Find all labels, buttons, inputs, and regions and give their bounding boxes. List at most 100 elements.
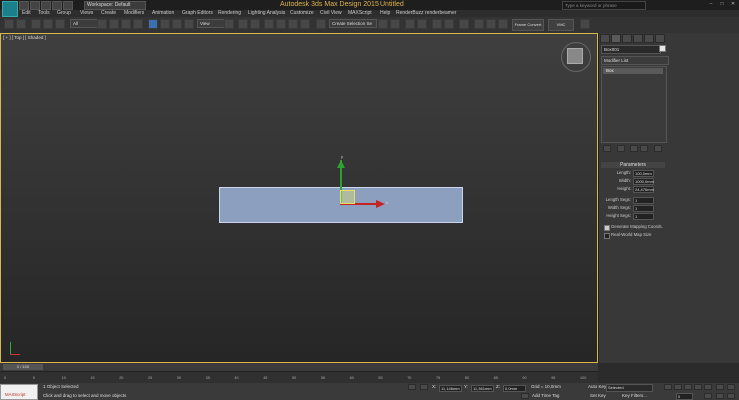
select-and-move-icon[interactable] [148,19,158,29]
viewport-label[interactable]: [ + ] [ Top ] [ Shaded ] [3,35,46,40]
key-filters-button[interactable]: Key Filters... [622,393,647,398]
lock-selection-icon[interactable] [408,384,416,390]
curve-editor-icon[interactable] [432,19,442,29]
toggle-ribbon-icon[interactable] [417,19,427,29]
y-coordinate-field[interactable]: 11,361mm [471,385,494,392]
pivot-center-icon[interactable] [224,19,234,29]
absolute-mode-icon[interactable] [420,384,428,390]
height-segs-field[interactable]: 1 [633,213,654,220]
motion-tab-icon[interactable] [633,34,643,43]
new-file-icon[interactable] [19,1,29,10]
pan-icon[interactable] [716,393,724,399]
reference-coord-dropdown[interactable]: View [197,19,225,28]
bind-spacewarp-icon[interactable] [55,19,65,29]
menu-views[interactable]: Views [80,10,93,17]
menu-rendering[interactable]: Rendering [218,10,241,17]
redo-quick-icon[interactable] [63,1,73,10]
keyboard-shortcut-icon[interactable] [250,19,260,29]
select-and-scale-icon[interactable] [172,19,182,29]
material-editor-icon[interactable] [459,19,469,29]
object-color-swatch[interactable] [659,45,666,52]
rect-selection-icon[interactable] [121,19,131,29]
length-segs-field[interactable]: 1 [633,197,654,204]
time-tag-icon[interactable] [521,393,529,399]
pin-stack-icon[interactable] [603,145,611,152]
z-coordinate-field[interactable]: 0,0mm [503,385,526,392]
menu-animation[interactable]: Animation [152,10,174,17]
save-file-icon[interactable] [41,1,51,10]
link-icon[interactable] [31,19,41,29]
menu-civil-view[interactable]: Civil View [320,10,342,17]
menu-edit[interactable]: Edit [22,10,31,17]
zoom-icon[interactable] [716,384,724,390]
frame-convert-button[interactable]: Frame Convert [512,19,544,31]
auto-key-button[interactable]: Auto Key [588,384,606,389]
utilities-tab-icon[interactable] [655,34,665,43]
orbit-icon[interactable] [727,393,735,399]
select-object-icon[interactable] [97,19,107,29]
go-to-start-icon[interactable] [664,384,672,390]
width-segs-field[interactable]: 1 [633,205,654,212]
configure-modifier-sets-icon[interactable] [654,145,662,152]
render-production-icon[interactable] [498,19,508,29]
move-gizmo-xy-plane[interactable] [340,190,355,204]
time-slider-track[interactable] [0,363,598,371]
spinner-snap-icon[interactable] [300,19,310,29]
close-button[interactable]: ✕ [728,1,738,8]
previous-frame-icon[interactable] [674,384,682,390]
minimize-button[interactable]: – [706,1,716,8]
align-icon[interactable] [390,19,400,29]
move-gizmo-y-arrow-icon[interactable] [337,160,345,168]
width-field[interactable]: 1000,0mm [633,178,654,185]
set-key-button[interactable]: Set Key [590,393,606,398]
app-logo-icon[interactable] [2,1,18,17]
x-coordinate-field[interactable]: 11,146mm [439,385,462,392]
menu-tools[interactable]: Tools [38,10,50,17]
menu-help[interactable]: Help [380,10,390,17]
layer-explorer-icon[interactable] [405,19,415,29]
open-file-icon[interactable] [30,1,40,10]
viewcube-icon[interactable] [567,48,583,64]
play-icon[interactable] [684,384,692,390]
menu-maxscript[interactable]: MAXScript [348,10,372,17]
next-frame-icon[interactable] [694,384,702,390]
add-time-tag[interactable]: Add Time Tag [532,393,559,398]
snaps-toggle-icon[interactable] [264,19,274,29]
mirror-icon[interactable] [378,19,388,29]
modifier-list-dropdown[interactable]: Modifier List [601,56,669,65]
edit-named-selection-icon[interactable] [316,19,326,29]
redo-icon[interactable] [16,19,26,29]
real-world-map-checkbox[interactable] [604,233,610,239]
show-end-result-icon[interactable] [617,145,625,152]
time-config-icon[interactable] [704,393,712,399]
modify-tab-icon[interactable] [611,34,621,43]
schematic-view-icon[interactable] [444,19,454,29]
make-unique-icon[interactable] [630,145,638,152]
undo-icon[interactable] [4,19,14,29]
toolbar-expand-icon[interactable] [580,19,590,29]
workspace-dropdown[interactable]: Workspace: Default [84,1,146,10]
hierarchy-tab-icon[interactable] [622,34,632,43]
menu-graph-editors[interactable]: Graph Editors [182,10,213,17]
generate-mapping-checkbox[interactable] [604,225,610,231]
select-and-rotate-icon[interactable] [160,19,170,29]
create-tab-icon[interactable] [600,34,610,43]
menu-create[interactable]: Create [101,10,116,17]
select-by-name-icon[interactable] [109,19,119,29]
menu-customize[interactable]: Customize [290,10,314,17]
render-setup-icon[interactable] [474,19,484,29]
menu-renderbuzz[interactable]: RenderBuzz [396,10,424,17]
go-to-end-icon[interactable] [704,384,712,390]
display-tab-icon[interactable] [644,34,654,43]
vmc-button[interactable]: VMC [548,19,574,31]
object-name-field[interactable]: Box001 [601,45,661,54]
angle-snap-icon[interactable] [276,19,286,29]
undo-quick-icon[interactable] [52,1,62,10]
move-gizmo-x-arrow-icon[interactable] [376,200,385,208]
height-field[interactable]: 24,476mm [633,186,654,193]
maximize-button[interactable]: □ [717,1,727,8]
unlink-icon[interactable] [43,19,53,29]
percent-snap-icon[interactable] [288,19,298,29]
selection-filter-dropdown[interactable]: All [70,19,98,28]
menu-modifiers[interactable]: Modifiers [124,10,144,17]
